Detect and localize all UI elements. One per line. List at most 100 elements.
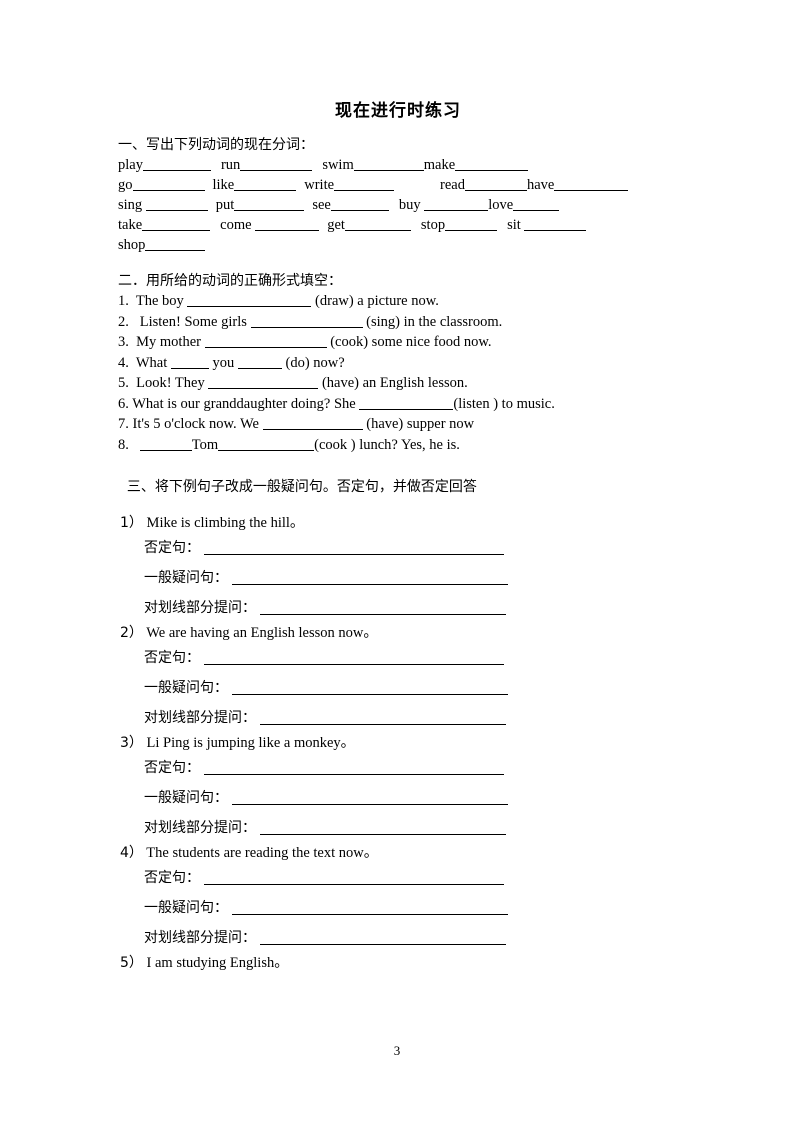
fill-in-question: 3. My mother (cook) some nice food now. (118, 332, 678, 353)
general-question-label: 一般疑问句： (144, 900, 228, 916)
negative-sentence-blank[interactable] (204, 650, 505, 665)
ask-underlined-part-blank[interactable] (260, 710, 507, 725)
source-sentence: Li Ping is jumping like a monkey。 (142, 735, 356, 751)
answer-blank[interactable] (142, 157, 211, 171)
answer-blank[interactable] (132, 177, 205, 191)
verb-label: run (220, 157, 241, 173)
answer-blank[interactable] (204, 334, 327, 348)
fill-in-question: 1. The boy (draw) a picture now. (118, 291, 678, 312)
answer-blank[interactable] (359, 396, 454, 410)
verb-label: play (118, 157, 143, 173)
answer-blank[interactable] (344, 217, 411, 231)
answer-blank[interactable] (445, 217, 498, 231)
answer-blank[interactable] (142, 217, 211, 231)
ask-underlined-part-row: 对划线部分提问： (118, 703, 678, 733)
verb-row: play run swim make (118, 155, 678, 175)
question-text-middle: you (208, 354, 238, 371)
answer-blank[interactable] (554, 177, 629, 191)
question-number: 4） (120, 845, 143, 861)
question-text-after: (have) supper now (362, 416, 475, 432)
general-question-blank[interactable] (232, 900, 509, 915)
fill-in-question: 2. Listen! Some girls (sing) in the clas… (118, 312, 678, 333)
general-question-label: 一般疑问句： (144, 680, 228, 696)
question-text-before: Listen! Some girls (128, 313, 251, 330)
answer-blank[interactable] (455, 157, 529, 171)
negative-sentence-blank[interactable] (204, 540, 505, 555)
ask-underlined-part-blank[interactable] (260, 600, 507, 615)
negative-sentence-label: 否定句： (144, 870, 200, 886)
general-question-row: 一般疑问句： (118, 893, 678, 923)
question-text-before: The boy (128, 293, 188, 309)
verb-label: like (212, 177, 235, 193)
answer-blank[interactable] (465, 177, 527, 191)
ask-underlined-part-blank[interactable] (260, 930, 507, 945)
general-question-blank[interactable] (232, 680, 509, 695)
fill-in-question: 5. Look! They (have) an English lesson. (118, 373, 678, 394)
question-text-before: What is our granddaughter doing? She (128, 395, 360, 412)
answer-blank[interactable] (145, 237, 206, 251)
answer-blank[interactable] (353, 157, 424, 171)
general-question-row: 一般疑问句： (118, 563, 678, 593)
fill-in-question: 8. Tom (cook ) lunch? Yes, he is. (118, 435, 678, 456)
answer-blank[interactable] (250, 314, 363, 328)
question-text-after: (have) an English lesson. (318, 375, 468, 391)
verb-label: take (118, 217, 143, 233)
answer-blank[interactable] (255, 217, 320, 231)
question-text-after: (cook) some nice food now. (326, 334, 492, 350)
question-number: 8. (118, 436, 129, 453)
verb-label: read (440, 177, 465, 193)
verb-label: love (488, 197, 514, 213)
negative-sentence-label: 否定句： (144, 760, 200, 776)
verb-label: put (215, 197, 235, 213)
verb-label: have (527, 177, 555, 193)
general-question-row: 一般疑问句： (118, 783, 678, 813)
verb-row: shop (118, 235, 678, 255)
answer-blank[interactable] (237, 355, 282, 369)
page-title: 现在进行时练习 (335, 101, 461, 121)
verb-row: go like write read have (118, 175, 678, 195)
answer-blank[interactable] (187, 293, 312, 307)
negative-sentence-label: 否定句： (144, 650, 200, 666)
general-question-blank[interactable] (232, 570, 509, 585)
ask-underlined-part-row: 对划线部分提问： (118, 923, 678, 953)
answer-blank[interactable] (234, 197, 305, 211)
negative-sentence-blank[interactable] (204, 870, 505, 885)
verb-label: stop (420, 217, 446, 233)
answer-blank[interactable] (145, 197, 208, 211)
answer-blank[interactable] (424, 197, 489, 211)
answer-blank[interactable] (218, 437, 315, 451)
question-text-after: (sing) in the classroom. (362, 313, 503, 330)
ask-underlined-part-label: 对划线部分提问： (144, 930, 256, 946)
answer-blank[interactable] (170, 355, 209, 369)
answer-blank[interactable] (234, 177, 297, 191)
answer-blank[interactable] (208, 375, 319, 389)
question-number: 1） (120, 515, 143, 531)
general-question-blank[interactable] (232, 790, 509, 805)
question-number: 3） (120, 735, 143, 751)
verb-label: see (312, 197, 331, 213)
verb-label: buy (398, 197, 425, 213)
question-text-before (129, 437, 140, 453)
general-question-row: 一般疑问句： (118, 673, 678, 703)
answer-blank[interactable] (524, 217, 587, 231)
verb-label: write (304, 177, 335, 193)
answer-blank[interactable] (330, 197, 389, 211)
question-number: 3. (118, 334, 129, 350)
verb-row: sing put see buy love (118, 195, 678, 215)
answer-blank[interactable] (240, 157, 313, 171)
question-text-after: (listen ) to music. (453, 395, 555, 412)
question-number: 7. (118, 416, 129, 432)
answer-blank[interactable] (139, 437, 192, 451)
question-text-before: What (128, 354, 171, 371)
ask-underlined-part-row: 对划线部分提问： (118, 593, 678, 623)
verb-label: sing (118, 197, 146, 213)
ask-underlined-part-blank[interactable] (260, 820, 507, 835)
page-number: 3 (393, 1043, 401, 1058)
negative-sentence-blank[interactable] (204, 760, 505, 775)
answer-blank[interactable] (513, 197, 560, 211)
answer-blank[interactable] (262, 416, 363, 430)
question-text-after: (do) now? (281, 354, 345, 371)
answer-blank[interactable] (334, 177, 395, 191)
